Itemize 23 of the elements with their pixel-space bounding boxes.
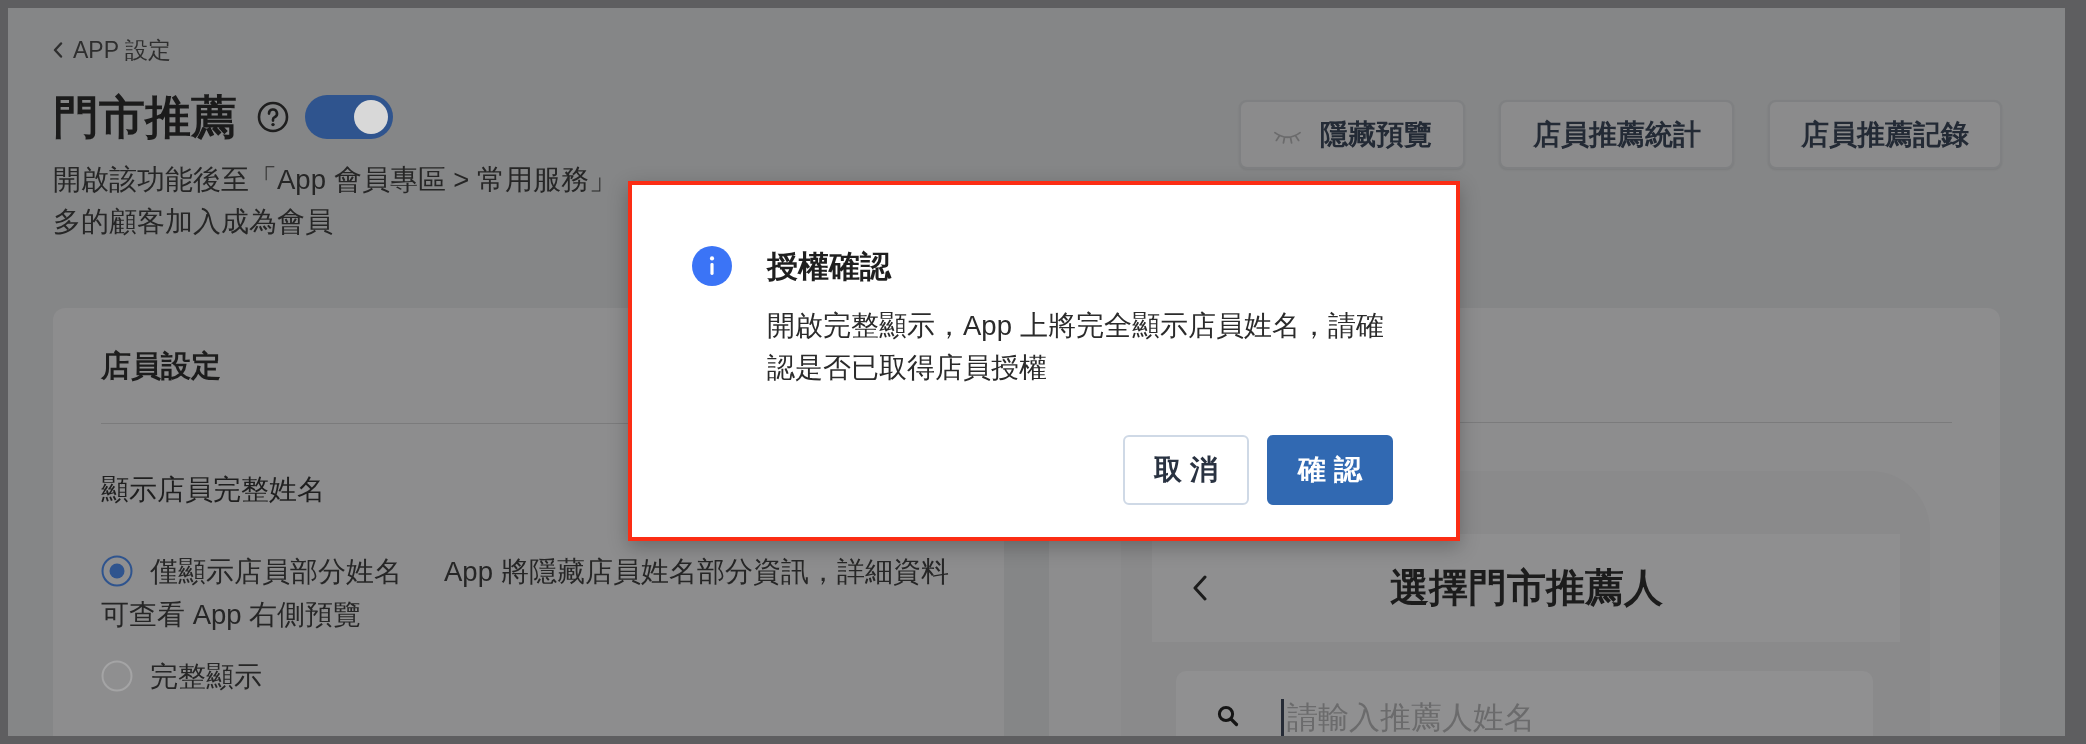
field-label: 顯示店員完整姓名: [101, 473, 325, 507]
info-icon: [692, 246, 732, 286]
radio-option[interactable]: 僅顯示店員部分姓名 App 將隱藏店員姓名部分資訊，詳細資料可查看 App 右側預覽: [101, 550, 956, 636]
card-title: 店員設定: [101, 348, 221, 384]
toggle-switch[interactable]: [305, 95, 393, 139]
description-text: 多的顧客加入成為會員: [53, 205, 333, 239]
cancel-button[interactable]: 取 消: [1123, 435, 1249, 505]
back-link[interactable]: APP 設定: [53, 36, 171, 64]
radio-option[interactable]: 完整顯示: [101, 655, 262, 698]
action-button[interactable]: 店員推薦記錄: [1768, 100, 2002, 169]
chevron-left-icon: [53, 42, 63, 58]
help-icon[interactable]: [257, 101, 289, 133]
action-button[interactable]: 店員推薦統計: [1499, 100, 1734, 169]
dialog-message: 開啟完整顯示，App 上將完全顯示店員姓名，請確認是否已取得店員授權: [767, 309, 1385, 385]
screen-title: 選擇門市推薦人: [1389, 565, 1663, 611]
confirm-button[interactable]: 確 認: [1267, 435, 1393, 505]
dialog-title: 授權確認: [767, 248, 891, 286]
search-icon: [1217, 705, 1239, 727]
chevron-left-icon[interactable]: [1192, 575, 1208, 601]
page-title: 門市推薦: [53, 92, 237, 142]
closed-eye-icon: [1272, 130, 1303, 145]
action-button[interactable]: 隱藏預覽: [1239, 100, 1465, 169]
description-text: 開啟該功能後至「App 會員專區 > 常用服務」: [53, 163, 617, 197]
